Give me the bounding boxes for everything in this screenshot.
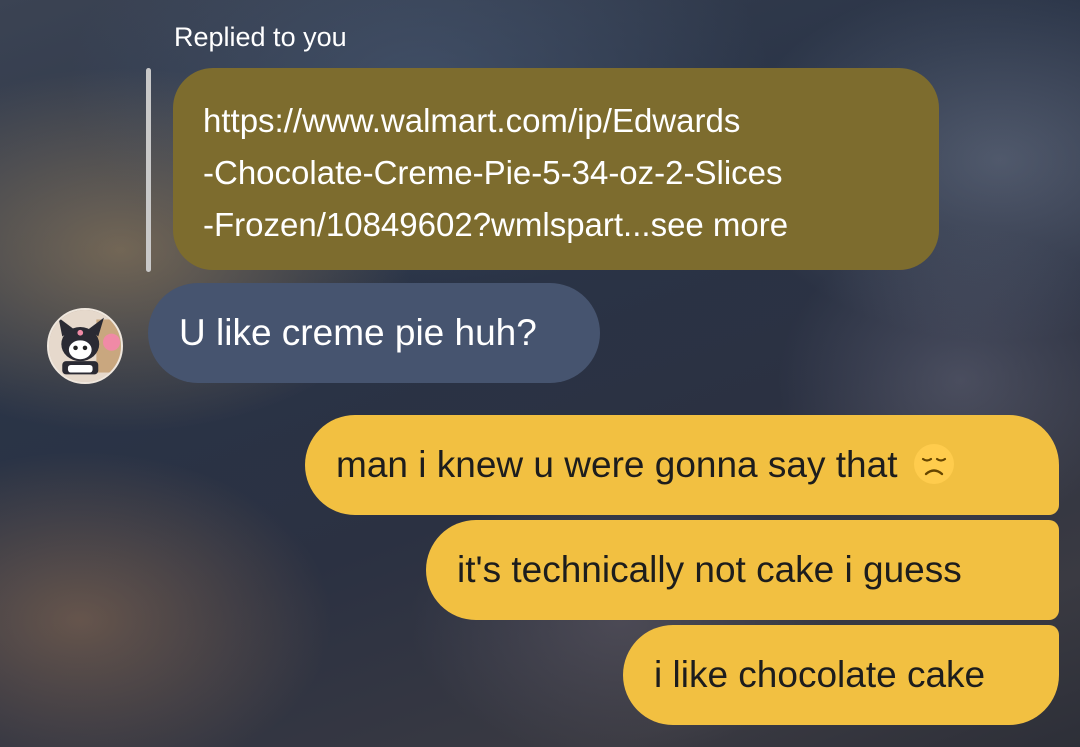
reply-indicator-bar xyxy=(146,68,151,272)
quoted-line: -Chocolate-Creme-Pie-5-34-oz-2-Slices xyxy=(203,154,783,191)
received-message[interactable]: U like creme pie huh? xyxy=(148,283,600,383)
sender-avatar[interactable] xyxy=(47,308,123,384)
sent-message[interactable]: it's technically not cake i guess xyxy=(426,520,1059,620)
quoted-message-bubble[interactable]: https://www.walmart.com/ip/Edwards -Choc… xyxy=(173,68,939,270)
disappointed-face-icon xyxy=(912,442,956,486)
sent-message[interactable]: man i knew u were gonna say that xyxy=(305,415,1059,515)
reply-label: Replied to you xyxy=(174,22,347,52)
sent-message-text: man i knew u were gonna say that xyxy=(336,444,898,485)
quoted-line: https://www.walmart.com/ip/Edwards xyxy=(203,102,741,139)
sent-message[interactable]: i like chocolate cake xyxy=(623,625,1059,725)
quoted-line: -Frozen/10849602?wmlspart...see more xyxy=(203,206,789,243)
character-avatar-icon xyxy=(49,310,121,382)
